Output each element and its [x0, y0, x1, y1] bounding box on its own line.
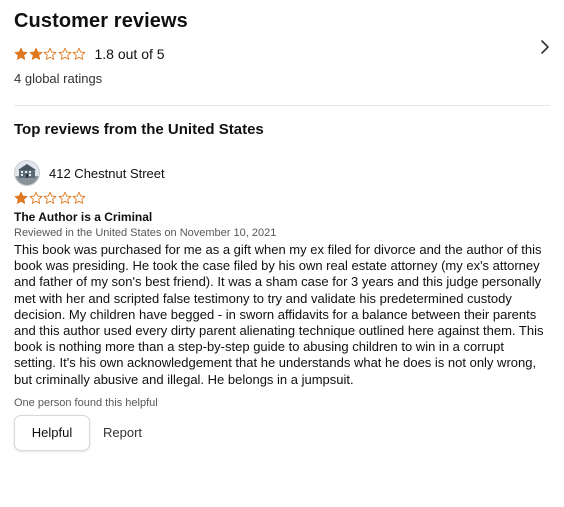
- rating-summary[interactable]: 1.8 out of 5: [14, 46, 165, 62]
- review-actions: Helpful Report: [14, 414, 546, 451]
- average-rating-stars: [14, 47, 87, 61]
- star-full-icon: [14, 191, 28, 204]
- star-empty-icon: [43, 47, 57, 60]
- star-empty-icon: [58, 191, 71, 204]
- avatar: [14, 160, 40, 186]
- global-ratings-count: 4 global ratings: [14, 71, 103, 86]
- report-link[interactable]: Report: [103, 425, 142, 440]
- review-body: This book was purchased for me as a gift…: [14, 242, 544, 387]
- customer-reviews-title: Customer reviews: [14, 10, 188, 32]
- chevron-right-icon[interactable]: [538, 38, 552, 56]
- star-empty-icon: [72, 191, 86, 204]
- star-empty-icon: [29, 191, 42, 204]
- reviewer-profile[interactable]: 412 Chestnut Street: [14, 158, 546, 188]
- review-stars: [14, 191, 546, 205]
- helpful-button[interactable]: Helpful: [14, 414, 90, 451]
- star-empty-icon: [58, 47, 71, 60]
- reviewer-name: 412 Chestnut Street: [49, 165, 165, 181]
- review-card: 412 Chestnut Street The Author is a Crim…: [14, 158, 546, 451]
- review-title[interactable]: The Author is a Criminal: [14, 210, 546, 224]
- star-empty-icon: [43, 191, 57, 204]
- helpful-count: One person found this helpful: [14, 396, 158, 409]
- star-empty-icon: [72, 47, 86, 60]
- star-half-icon: [29, 47, 42, 60]
- review-date: Reviewed in the United States on Novembe…: [14, 227, 277, 239]
- average-rating-text: 1.8 out of 5: [94, 46, 165, 62]
- top-reviews-heading: Top reviews from the United States: [14, 121, 264, 138]
- star-full-icon: [14, 47, 28, 60]
- divider: [14, 105, 550, 106]
